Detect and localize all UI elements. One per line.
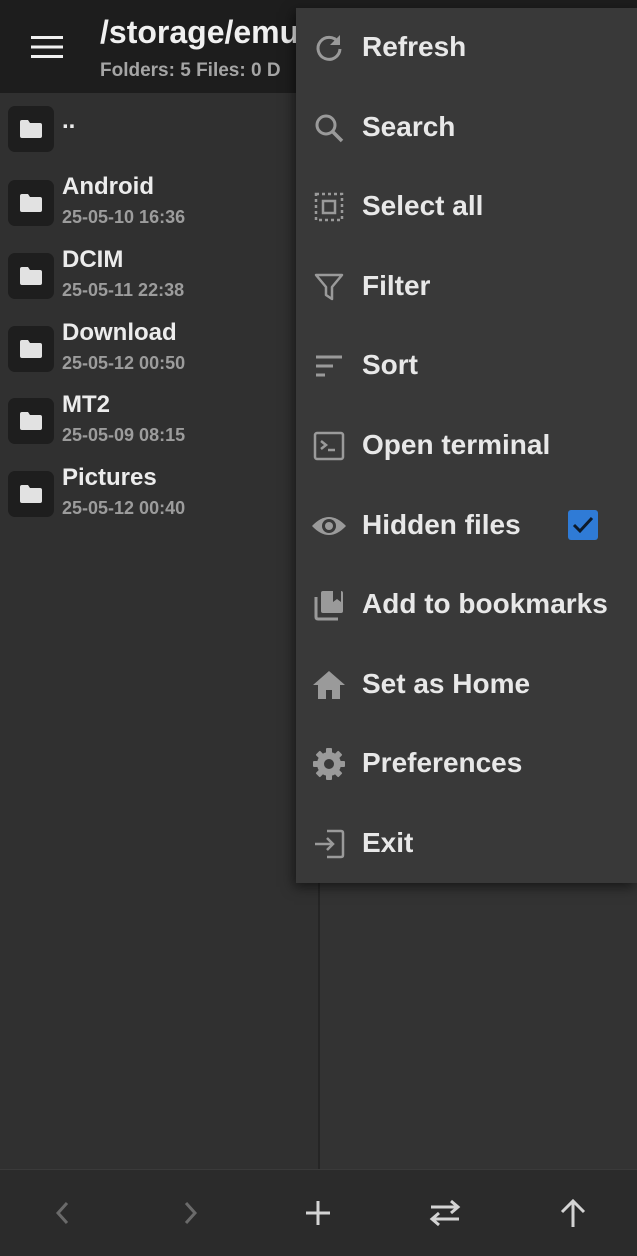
sort-icon bbox=[310, 347, 348, 385]
swap-icon[interactable] bbox=[420, 1188, 470, 1238]
file-row-parent[interactable]: .. bbox=[0, 99, 318, 163]
add-icon[interactable] bbox=[293, 1188, 343, 1238]
file-date: 25-05-12 00:50 bbox=[62, 353, 186, 373]
file-row-android[interactable]: Android 25-05-10 16:36 bbox=[0, 173, 318, 237]
current-path-title: /storage/emu bbox=[100, 14, 300, 50]
folder-icon bbox=[8, 326, 54, 372]
menu-item-preferences[interactable]: Preferences bbox=[296, 727, 637, 799]
menu-label: Hidden files bbox=[362, 509, 521, 540]
folder-icon bbox=[8, 106, 54, 152]
bookmarks-icon bbox=[310, 586, 348, 624]
select-all-icon bbox=[310, 188, 348, 226]
menu-item-filter[interactable]: Filter bbox=[296, 250, 637, 322]
folder-icon bbox=[8, 253, 54, 299]
gear-icon bbox=[310, 745, 348, 783]
menu-item-hidden-files[interactable]: Hidden files bbox=[296, 489, 637, 561]
forward-icon[interactable] bbox=[165, 1188, 215, 1238]
folder-icon bbox=[8, 180, 54, 226]
menu-item-add-to-bookmarks[interactable]: Add to bookmarks bbox=[296, 568, 637, 640]
file-row-dcim[interactable]: DCIM 25-05-11 22:38 bbox=[0, 246, 318, 310]
file-row-download[interactable]: Download 25-05-12 00:50 bbox=[0, 319, 318, 383]
menu-label: Filter bbox=[362, 270, 431, 301]
file-name: Pictures bbox=[62, 464, 157, 491]
menu-label: Open terminal bbox=[362, 429, 551, 460]
overflow-menu: Refresh Search Select all Filter Sort Op… bbox=[296, 8, 637, 883]
terminal-icon bbox=[310, 427, 348, 465]
refresh-icon bbox=[310, 29, 348, 67]
file-name: .. bbox=[62, 107, 76, 134]
menu-item-refresh[interactable]: Refresh bbox=[296, 11, 637, 83]
menu-label: Refresh bbox=[362, 31, 467, 62]
file-name: Android bbox=[62, 173, 154, 200]
file-row-mt2[interactable]: MT2 25-05-09 08:15 bbox=[0, 391, 318, 455]
menu-label: Search bbox=[362, 111, 456, 142]
menu-item-search[interactable]: Search bbox=[296, 91, 637, 163]
back-icon[interactable] bbox=[38, 1188, 88, 1238]
eye-icon bbox=[310, 507, 348, 545]
menu-label: Select all bbox=[362, 190, 484, 221]
file-name: DCIM bbox=[62, 246, 124, 273]
up-icon[interactable] bbox=[548, 1188, 598, 1238]
file-name: MT2 bbox=[62, 391, 110, 418]
file-date: 25-05-10 16:36 bbox=[62, 207, 186, 227]
left-file-pane: .. Android 25-05-10 16:36 DCIM 25-05-11 … bbox=[0, 93, 318, 1169]
menu-item-sort[interactable]: Sort bbox=[296, 329, 637, 401]
file-date: 25-05-11 22:38 bbox=[62, 280, 185, 300]
search-icon bbox=[310, 109, 348, 147]
folder-icon bbox=[8, 471, 54, 517]
menu-item-select-all[interactable]: Select all bbox=[296, 170, 637, 242]
menu-label: Preferences bbox=[362, 747, 523, 778]
menu-item-set-as-home[interactable]: Set as Home bbox=[296, 648, 637, 720]
menu-label: Exit bbox=[362, 827, 414, 858]
hidden-files-checkbox[interactable] bbox=[568, 510, 598, 540]
menu-label: Set as Home bbox=[362, 668, 531, 699]
menu-label: Sort bbox=[362, 349, 418, 380]
exit-icon bbox=[310, 825, 348, 863]
menu-label: Add to bookmarks bbox=[362, 588, 608, 619]
hamburger-menu-icon[interactable] bbox=[24, 26, 70, 68]
folder-icon bbox=[8, 398, 54, 444]
file-row-pictures[interactable]: Pictures 25-05-12 00:40 bbox=[0, 464, 318, 528]
file-name: Download bbox=[62, 319, 177, 346]
folder-file-count: Folders: 5 Files: 0 D bbox=[100, 60, 281, 81]
home-icon bbox=[310, 666, 348, 704]
filter-icon bbox=[310, 268, 348, 306]
menu-item-exit[interactable]: Exit bbox=[296, 807, 637, 879]
file-date: 25-05-09 08:15 bbox=[62, 425, 186, 445]
bottom-toolbar bbox=[0, 1169, 637, 1256]
menu-item-open-terminal[interactable]: Open terminal bbox=[296, 409, 637, 481]
file-date: 25-05-12 00:40 bbox=[62, 498, 186, 518]
